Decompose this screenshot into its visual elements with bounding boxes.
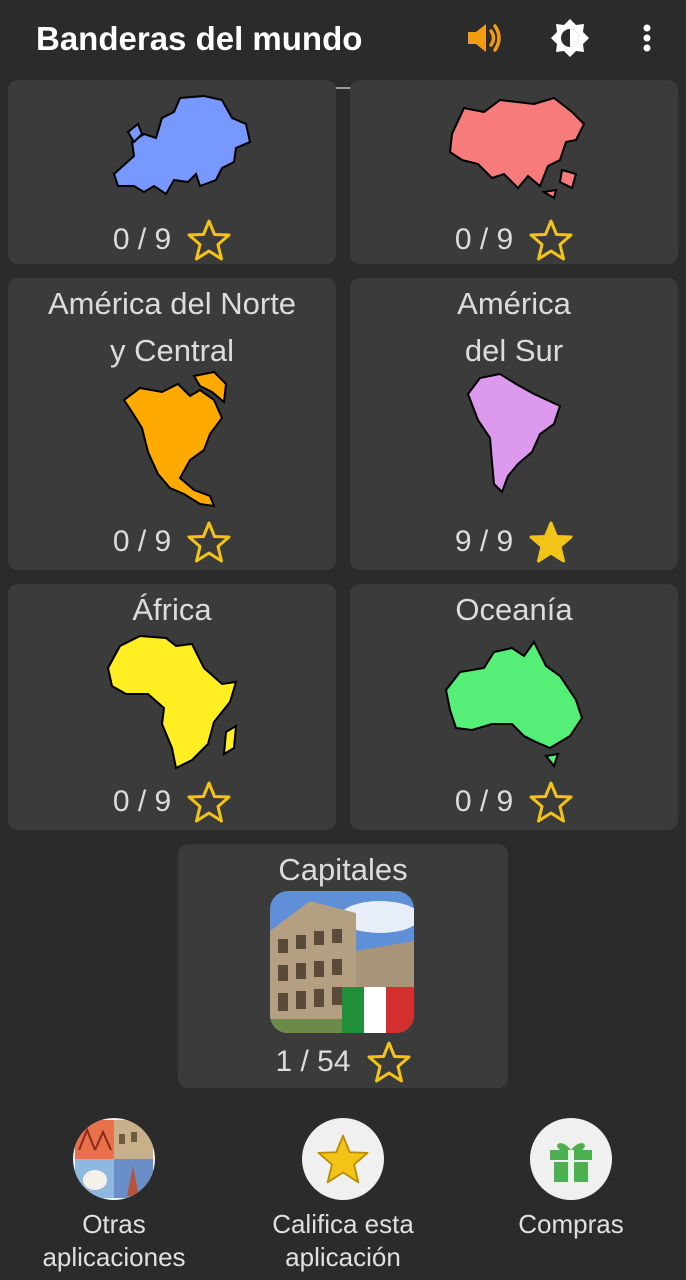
score-text: 0 / 9 [112,525,172,558]
score-row: 0 / 9 [8,780,336,824]
volume-icon[interactable] [464,18,504,58]
star-outline-icon [367,1041,411,1083]
brightness-icon[interactable] [550,18,590,58]
card-title: África [132,592,212,627]
rate-app-icon [302,1118,384,1200]
star-outline-icon [187,781,231,823]
south-america-map-icon [466,372,562,494]
card-title: Oceanía [455,592,573,627]
score-text: 0 / 9 [454,785,514,818]
score-text: 0 / 9 [112,785,172,818]
gift-icon [550,1143,592,1182]
card-title: Capitales [278,852,408,887]
score-row: 0 / 9 [350,780,678,824]
travel-collage-icon [75,1120,153,1198]
capitals-card[interactable]: Capitales 1 / 54 [178,844,508,1088]
score-text: 9 / 9 [454,525,514,558]
score-row: 9 / 9 [350,520,678,564]
colosseum-italy-flag-icon [270,891,414,1033]
star-outline-icon [187,219,231,261]
card-title: América del Sur [457,286,571,368]
purchases-icon [530,1118,612,1200]
europe-map-icon [112,94,252,196]
score-text: 0 / 9 [454,223,514,256]
card-title: América del Norte y Central [47,286,297,368]
continent-card-africa[interactable]: África 0 / 9 [8,584,336,830]
asia-map-icon [448,96,586,200]
star-outline-icon [529,219,573,261]
app-bar: Banderas del mundo [0,0,686,90]
score-text: 0 / 9 [112,223,172,256]
star-filled-icon [529,521,573,563]
more-vert-icon[interactable] [632,18,662,58]
score-text: 1 / 54 [275,1045,351,1078]
continent-card-north-america[interactable]: América del Norte y Central 0 / 9 [8,278,336,570]
score-row: 0 / 9 [8,520,336,564]
purchases-label: Compras [518,1209,624,1239]
continent-card-oceania[interactable]: Oceanía 0 / 9 [350,584,678,830]
continent-card-europe[interactable]: 0 / 9 [8,80,336,264]
other-apps-label: Otras aplicaciones [42,1209,186,1272]
score-row: 0 / 9 [350,218,678,262]
rate-app-button[interactable]: Califica esta aplicación [233,1118,453,1274]
purchases-button[interactable]: Compras [461,1118,681,1241]
score-row: 1 / 54 [178,1040,508,1084]
continent-card-south-america[interactable]: América del Sur 9 / 9 [350,278,678,570]
star-filled-icon [317,1134,369,1184]
score-row: 0 / 9 [8,218,336,262]
continent-card-asia[interactable]: 0 / 9 [350,80,678,264]
other-apps-button[interactable]: Otras aplicaciones [4,1118,224,1274]
app-title: Banderas del mundo [36,20,363,57]
africa-map-icon [106,634,238,770]
australia-map-icon [444,640,584,768]
other-apps-icon [73,1118,155,1200]
rate-app-label: Califica esta aplicación [272,1209,414,1272]
north-america-map-icon [122,370,228,508]
star-outline-icon [187,521,231,563]
star-outline-icon [529,781,573,823]
